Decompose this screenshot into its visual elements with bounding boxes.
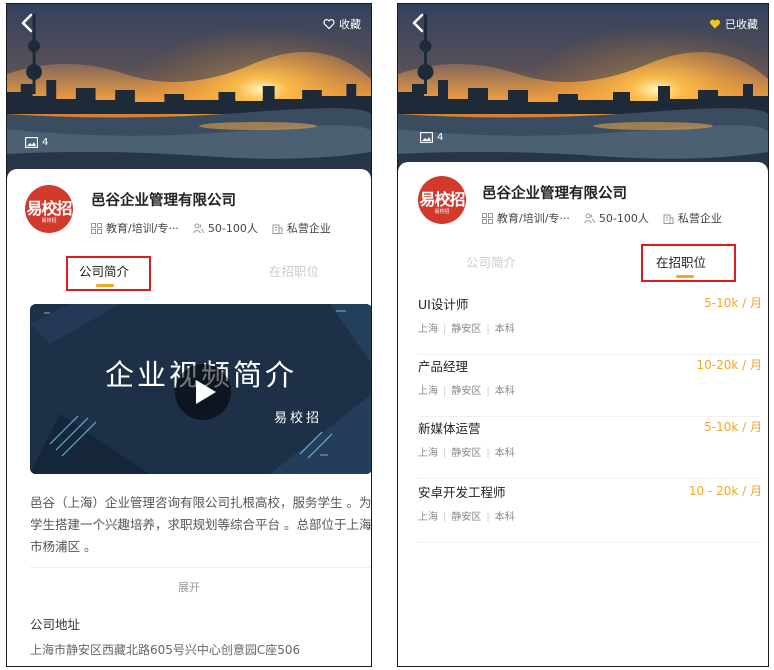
separator: | [486,386,490,397]
company-intro-screen: 收藏 4 易校招 易校招 邑谷企业管理有限公司 教育/培训/专··· 50-10… [6,3,372,667]
heart-outline-icon [323,18,335,30]
job-salary: 10-20k / 月 [696,358,763,372]
open-positions-screen: 已收藏 4 易校招 易校招 邑谷企业管理有限公司 教育/培训/专··· 50-1… [397,3,769,667]
expand-button[interactable]: 展开 [7,579,371,595]
grid-icon [91,222,102,234]
separator: | [443,386,447,397]
job-meta: 上海 | 静安区 | 本科 [418,320,515,335]
building-icon [272,224,283,234]
job-degree: 本科 [494,512,515,523]
job-district: 静安区 [451,386,482,397]
job-meta: 上海 | 静安区 | 本科 [418,508,515,523]
separator: | [486,448,490,459]
image-icon [25,137,38,148]
logo-text: 易校招 [419,190,465,209]
industry-text: 教育/培训/专··· [106,222,179,235]
company-meta: 教育/培训/专··· 50-100人 私营企业 [91,220,331,236]
job-degree: 本科 [494,324,515,335]
divider [30,567,371,568]
logo-subtext: 易校招 [434,209,450,215]
separator: | [443,448,447,459]
industry-tag: 教育/培训/专··· [482,210,570,226]
size-text: 50-100人 [598,212,649,225]
company-meta: 教育/培训/专··· 50-100人 私营企业 [482,210,722,226]
job-title: 新媒体运营 [418,421,481,436]
tab-bar: 公司简介 在招职位 [7,251,371,291]
photo-count-value: 4 [42,137,49,148]
separator: | [443,324,447,335]
size-text: 50-100人 [207,222,258,235]
job-salary: 5-10k / 月 [704,296,762,310]
job-degree: 本科 [494,386,515,397]
company-logo: 易校招 易校招 [418,176,466,224]
company-banner-image[interactable] [7,4,371,182]
industry-text: 教育/培训/专··· [497,212,570,225]
size-tag: 50-100人 [192,220,258,236]
job-city: 上海 [418,324,438,335]
image-icon [420,132,433,143]
job-title: UI设计师 [418,297,469,312]
job-title: 产品经理 [418,359,469,374]
job-salary: 5-10k / 月 [704,420,762,434]
job-item-product-manager[interactable]: 产品经理 10-20k / 月 上海 | 静安区 | 本科 [418,354,762,417]
job-item-new-media-ops[interactable]: 新媒体运营 5-10k / 月 上海 | 静安区 | 本科 [418,416,762,479]
job-city: 上海 [418,448,438,459]
play-icon[interactable] [175,364,231,420]
job-item-ui-designer[interactable]: UI设计师 5-10k / 月 上海 | 静安区 | 本科 [418,292,762,355]
video-subtitle: 易校招 [273,411,322,426]
photo-count[interactable]: 4 [25,137,48,148]
company-info-card: 易校招 易校招 邑谷企业管理有限公司 教育/培训/专··· 50-100人 私营… [7,169,371,666]
company-info-card: 易校招 易校招 邑谷企业管理有限公司 教育/培训/专··· 50-100人 私营… [398,162,768,666]
separator: | [443,512,447,523]
address-title: 公司地址 [30,617,81,632]
company-video[interactable]: 企业视频简介 易校招 [30,304,371,474]
company-logo: 易校招 易校招 [25,185,73,233]
job-district: 静安区 [451,324,482,335]
separator: | [486,512,490,523]
separator: | [486,324,490,335]
heart-filled-icon [709,18,721,30]
job-meta: 上海 | 静安区 | 本科 [418,382,515,397]
back-arrow-icon[interactable] [17,12,39,34]
type-tag: 私营企业 [272,220,331,236]
tab-company-intro[interactable]: 公司简介 [466,252,516,271]
photo-count-value: 4 [437,132,444,143]
favorite-label: 已收藏 [725,18,758,31]
favorited-button[interactable]: 已收藏 [709,16,758,32]
job-city: 上海 [418,512,438,523]
job-item-android-dev[interactable]: 安卓开发工程师 10 - 20k / 月 上海 | 静安区 | 本科 [418,480,762,543]
grid-icon [482,212,493,224]
size-tag: 50-100人 [583,210,649,226]
job-title: 安卓开发工程师 [418,485,506,500]
job-meta: 上海 | 静安区 | 本科 [418,444,515,459]
industry-tag: 教育/培训/专··· [91,220,179,236]
tab-open-positions[interactable]: 在招职位 [269,261,319,280]
favorite-button[interactable]: 收藏 [323,16,361,32]
favorite-label: 收藏 [339,18,361,31]
type-text: 私营企业 [286,222,331,235]
people-icon [583,213,595,223]
company-name: 邑谷企业管理有限公司 [91,193,236,209]
type-tag: 私营企业 [663,210,722,226]
job-salary: 10 - 20k / 月 [688,484,762,498]
back-arrow-icon[interactable] [408,12,430,34]
people-icon [192,223,204,233]
address-text: 上海市静安区西藏北路605号兴中心创意园C座506 [30,643,301,657]
job-district: 静安区 [451,448,482,459]
company-intro-text: 邑谷（上海）企业管理咨询有限公司扎根高校，服务学生 。为学生搭建一个兴趣培养，求… [30,495,372,554]
job-city: 上海 [418,386,438,397]
type-text: 私营企业 [677,212,722,225]
building-icon [663,214,674,224]
company-name: 邑谷企业管理有限公司 [482,186,627,202]
logo-text: 易校招 [26,199,72,218]
job-degree: 本科 [494,448,515,459]
highlight-box [641,244,736,282]
job-district: 静安区 [451,512,482,523]
photo-count[interactable]: 4 [420,132,443,143]
highlight-box [66,256,151,291]
logo-subtext: 易校招 [41,218,57,224]
